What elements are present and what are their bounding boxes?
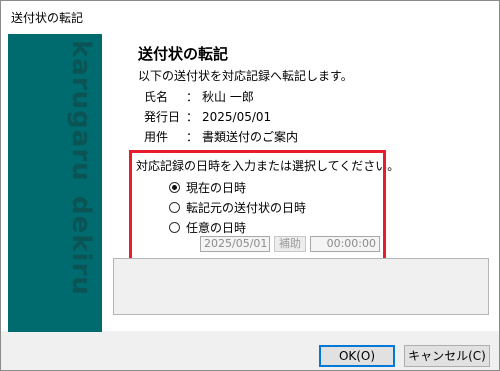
message-area xyxy=(113,258,489,315)
dialog-subtitle: 以下の送付状を対応記録へ転記します。 xyxy=(138,69,353,83)
highlight-frame xyxy=(129,150,386,261)
cancel-button[interactable]: キャンセル(C) xyxy=(404,345,490,367)
info-label: 氏名 xyxy=(144,90,169,104)
transfer-dialog-window: 送付状の転記 karugaru dekiru 送付状の転記 以下の送付状を対応記… xyxy=(0,0,500,371)
brand-text-top: karugaru xyxy=(66,40,96,182)
info-row-issue-date: 発行日： 2025/05/01 xyxy=(144,110,272,124)
info-label: 用件 xyxy=(144,130,169,144)
dialog-heading: 送付状の転記 xyxy=(138,45,229,63)
ok-button[interactable]: OK(O) xyxy=(319,345,395,367)
info-value: 書類送付のご案内 xyxy=(202,130,299,144)
info-row-subject: 用件：書類送付のご案内 xyxy=(144,130,299,144)
info-value: 2025/05/01 xyxy=(202,110,272,124)
info-label: 発行日 xyxy=(144,110,181,124)
info-value: 秋山 一郎 xyxy=(202,90,254,104)
side-banner: karugaru dekiru xyxy=(8,34,102,332)
info-row-name: 氏名：秋山 一郎 xyxy=(144,90,254,104)
window-title: 送付状の転記 xyxy=(11,11,84,25)
title-bar: 送付状の転記 xyxy=(1,1,499,31)
brand-text-bottom: dekiru xyxy=(66,196,96,296)
